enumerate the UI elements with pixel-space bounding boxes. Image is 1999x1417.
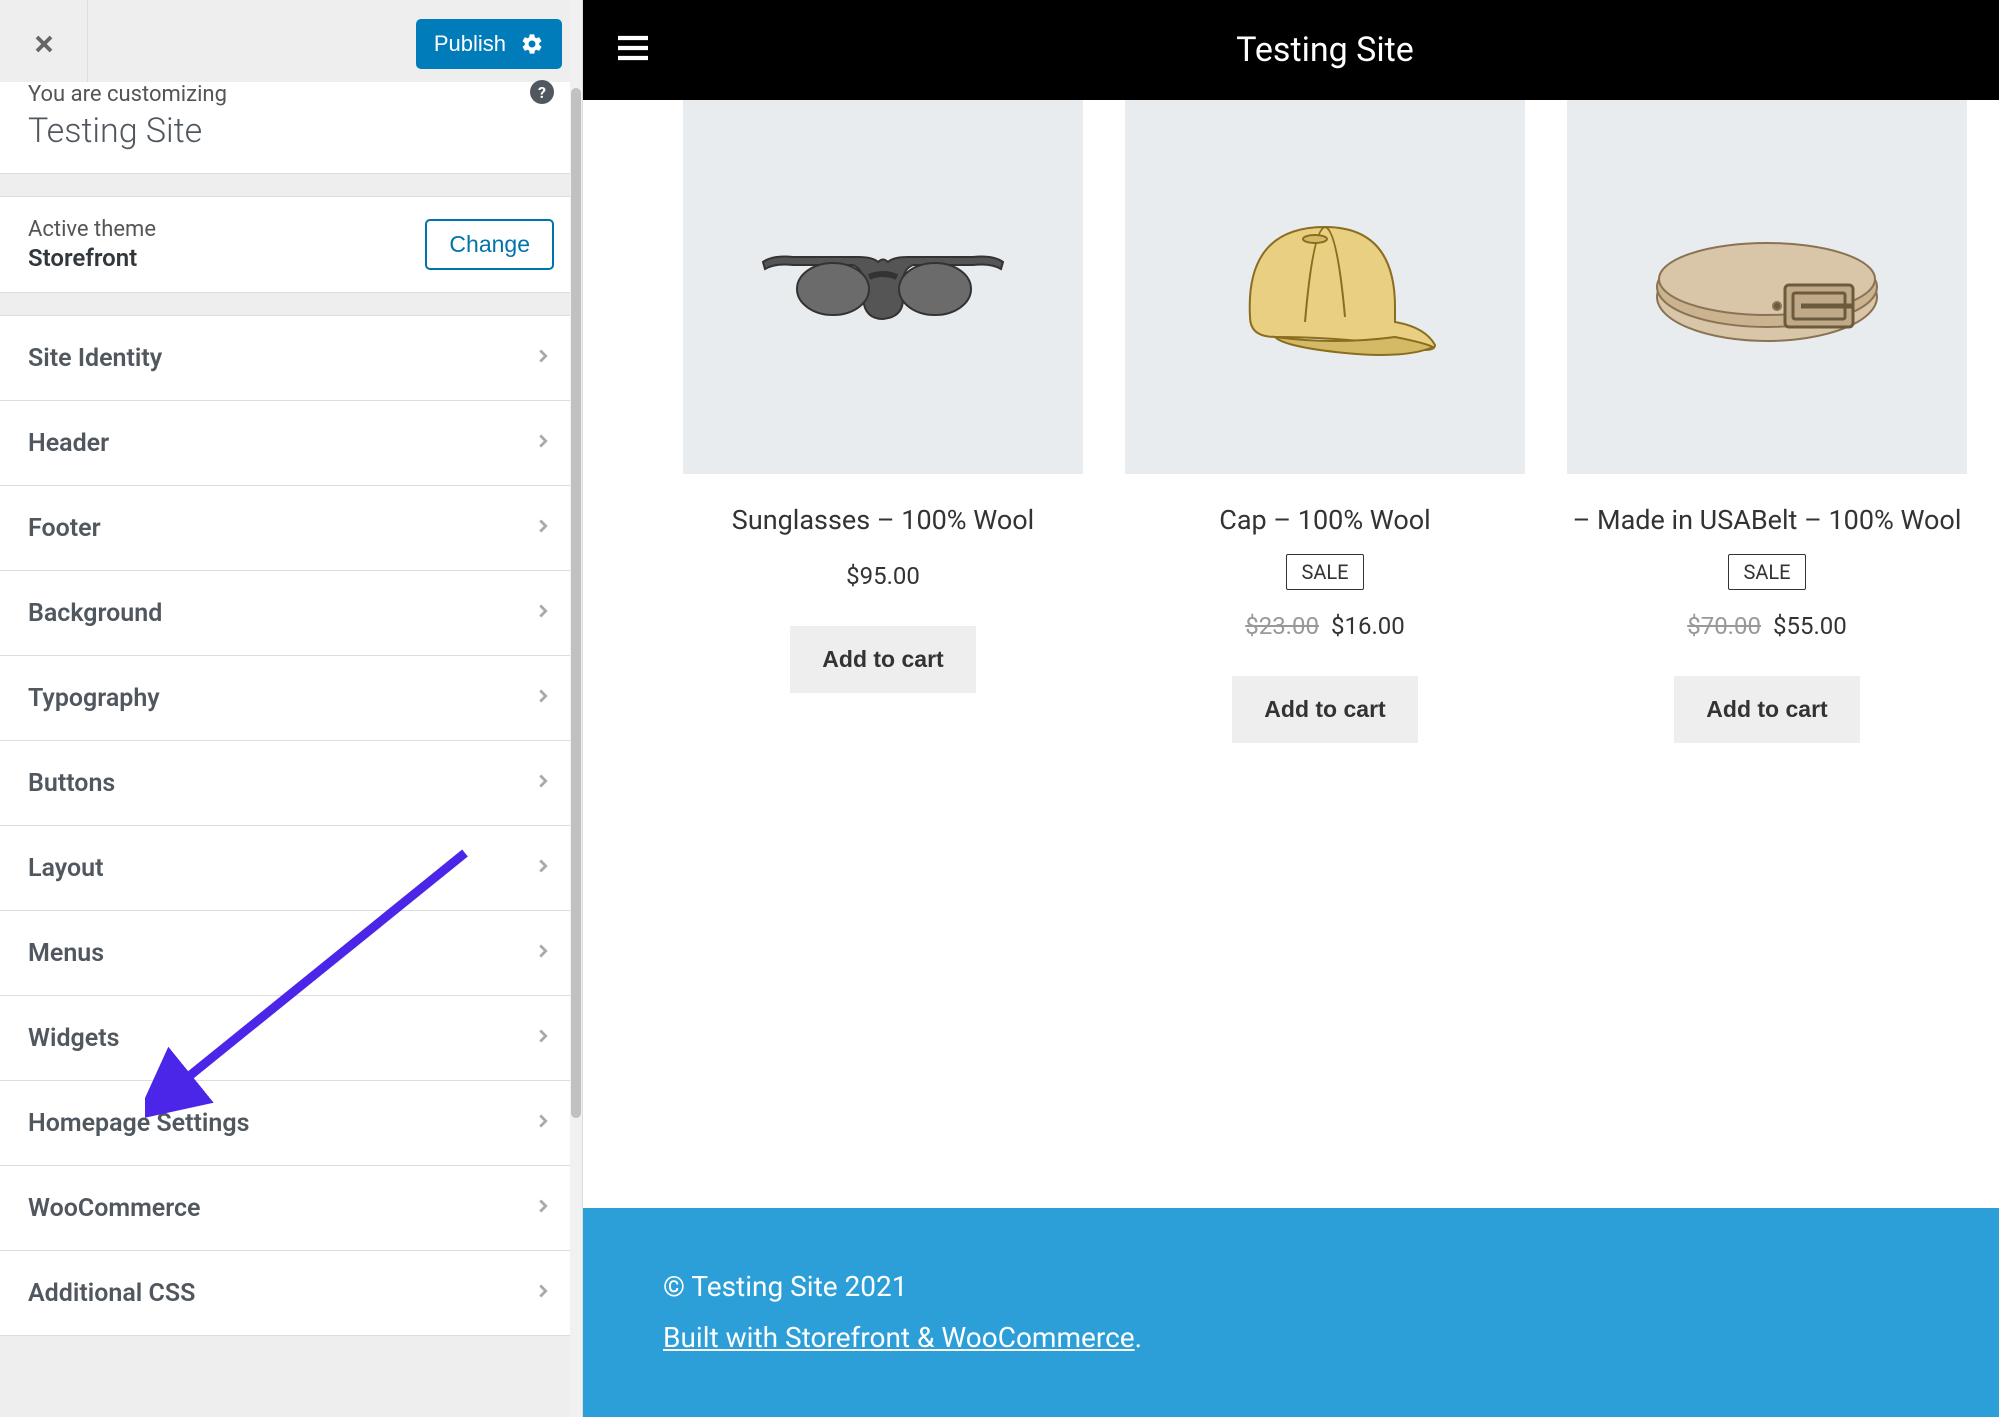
- site-title: Testing Site: [28, 111, 554, 151]
- menu-item-typography[interactable]: Typography: [0, 656, 582, 741]
- preview-body: Sunglasses – 100% Wool $95.00 Add to car…: [583, 100, 1999, 1208]
- chevron-right-icon: [532, 430, 554, 456]
- app: Publish You are customizing Testing Site…: [0, 0, 1999, 1417]
- chevron-right-icon: [532, 600, 554, 626]
- chevron-right-icon: [532, 1195, 554, 1221]
- chevron-right-icon: [532, 1280, 554, 1306]
- menu-item-menus[interactable]: Menus: [0, 911, 582, 996]
- sunglasses-icon: [753, 187, 1013, 387]
- menu-item-footer[interactable]: Footer: [0, 486, 582, 571]
- customizer-sidebar: Publish You are customizing Testing Site…: [0, 0, 583, 1417]
- product-image: [683, 100, 1083, 474]
- theme-label: Active theme: [28, 217, 156, 242]
- publish-button[interactable]: Publish: [416, 19, 562, 69]
- menu-item-label: Homepage Settings: [28, 1109, 249, 1138]
- preview-header: Testing Site: [583, 0, 1999, 100]
- menu-item-label: Layout: [28, 854, 104, 883]
- footer-built-line: Built with Storefront & WooCommerce.: [663, 1313, 1987, 1363]
- chevron-right-icon: [532, 685, 554, 711]
- footer-copyright: © Testing Site 2021: [663, 1262, 1987, 1312]
- price-row: $70.00 $55.00: [1567, 612, 1967, 640]
- close-icon: [30, 30, 58, 58]
- product-image: [1125, 100, 1525, 474]
- footer-built-link[interactable]: Built with Storefront & WooCommerce: [663, 1321, 1135, 1354]
- price-old: $70.00: [1687, 612, 1761, 640]
- menu-item-site-identity[interactable]: Site Identity: [0, 316, 582, 401]
- menu-item-label: Site Identity: [28, 344, 162, 373]
- gear-icon: [520, 32, 544, 56]
- menu-item-label: Widgets: [28, 1024, 119, 1053]
- menu-item-woocommerce[interactable]: WooCommerce: [0, 1166, 582, 1251]
- product-card[interactable]: Sunglasses – 100% Wool $95.00 Add to car…: [683, 100, 1083, 743]
- chevron-right-icon: [532, 1025, 554, 1051]
- menu-item-label: Typography: [28, 684, 160, 713]
- menu-item-label: Header: [28, 429, 109, 458]
- publish-button-label: Publish: [434, 31, 506, 57]
- product-title: – Made in USABelt – 100% Wool: [1567, 502, 1967, 540]
- preview-pane: Testing Site: [583, 0, 1999, 1417]
- theme-name: Storefront: [28, 244, 156, 272]
- menu-item-label: Footer: [28, 514, 101, 543]
- theme-info: Active theme Storefront: [28, 217, 156, 272]
- menu-item-label: Additional CSS: [28, 1279, 195, 1308]
- cap-icon: [1195, 187, 1455, 387]
- product-title: Sunglasses – 100% Wool: [683, 502, 1083, 540]
- price-row: $23.00 $16.00: [1125, 612, 1525, 640]
- preview-site-title[interactable]: Testing Site: [1236, 30, 1414, 70]
- chevron-right-icon: [532, 855, 554, 881]
- scrollbar[interactable]: [570, 0, 582, 1417]
- menu-item-label: Menus: [28, 939, 104, 968]
- sale-badge: SALE: [1728, 554, 1805, 590]
- add-to-cart-button[interactable]: Add to cart: [790, 626, 975, 693]
- hamburger-button[interactable]: [613, 28, 653, 72]
- add-to-cart-button[interactable]: Add to cart: [1232, 676, 1417, 743]
- chevron-right-icon: [532, 1110, 554, 1136]
- footer-period: .: [1135, 1321, 1142, 1354]
- menu-item-background[interactable]: Background: [0, 571, 582, 656]
- product-card[interactable]: Cap – 100% Wool SALE $23.00 $16.00 Add to…: [1125, 100, 1525, 743]
- chevron-right-icon: [532, 345, 554, 371]
- theme-section: Active theme Storefront Change: [0, 196, 582, 293]
- change-theme-button[interactable]: Change: [425, 219, 554, 270]
- sidebar-header: You are customizing Testing Site ?: [0, 82, 582, 174]
- price: $95.00: [683, 562, 1083, 590]
- preview-footer: © Testing Site 2021 Built with Storefron…: [583, 1208, 1999, 1417]
- sidebar-topbar: Publish: [0, 0, 582, 88]
- menu-item-widgets[interactable]: Widgets: [0, 996, 582, 1081]
- close-button[interactable]: [0, 0, 88, 88]
- product-title: Cap – 100% Wool: [1125, 502, 1525, 540]
- hamburger-icon: [613, 28, 653, 68]
- menu-item-buttons[interactable]: Buttons: [0, 741, 582, 826]
- price: $55.00: [1773, 612, 1847, 640]
- price: $16.00: [1331, 612, 1405, 640]
- product-card[interactable]: – Made in USABelt – 100% Wool SALE $70.0…: [1567, 100, 1967, 743]
- menu-item-label: Buttons: [28, 769, 115, 798]
- belt-icon: [1637, 187, 1897, 387]
- help-icon[interactable]: ?: [530, 80, 554, 104]
- sale-badge: SALE: [1286, 554, 1363, 590]
- product-grid: Sunglasses – 100% Wool $95.00 Add to car…: [683, 100, 1967, 743]
- price-old: $23.00: [1245, 612, 1319, 640]
- add-to-cart-button[interactable]: Add to cart: [1674, 676, 1859, 743]
- chevron-right-icon: [532, 770, 554, 796]
- menu-item-layout[interactable]: Layout: [0, 826, 582, 911]
- menu-item-label: WooCommerce: [28, 1194, 201, 1223]
- chevron-right-icon: [532, 515, 554, 541]
- customizing-label: You are customizing: [28, 82, 554, 107]
- customizer-menu: Site Identity Header Footer Background T…: [0, 315, 582, 1336]
- menu-item-label: Background: [28, 599, 162, 628]
- chevron-right-icon: [532, 940, 554, 966]
- scrollbar-thumb[interactable]: [571, 88, 581, 1118]
- menu-item-additional-css[interactable]: Additional CSS: [0, 1251, 582, 1336]
- menu-item-homepage-settings[interactable]: Homepage Settings: [0, 1081, 582, 1166]
- menu-item-header[interactable]: Header: [0, 401, 582, 486]
- product-image: [1567, 100, 1967, 474]
